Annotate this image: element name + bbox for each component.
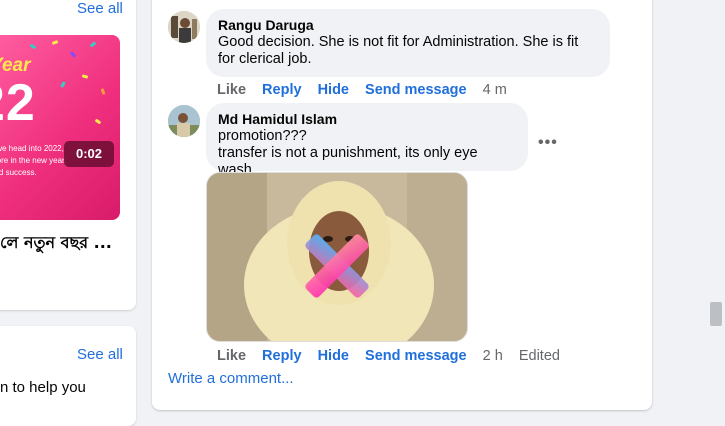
comment-text: Good decision. She is not fit for Admini… bbox=[218, 34, 579, 67]
promo-big-number: 22 bbox=[0, 74, 36, 132]
reply-button[interactable]: Reply bbox=[262, 348, 302, 364]
hide-button[interactable]: Hide bbox=[318, 82, 349, 98]
cross-mark-icon bbox=[305, 234, 369, 298]
confetti bbox=[29, 43, 37, 50]
comment-bubble: Md Hamidul Islam promotion??? transfer i… bbox=[206, 103, 528, 178]
promo-title[interactable]: লে নতুন বছর ... bbox=[0, 230, 112, 257]
comment-timestamp[interactable]: 2 h bbox=[483, 348, 503, 364]
comment-author[interactable]: Rangu Daruga bbox=[218, 16, 598, 34]
edited-label: Edited bbox=[518, 348, 560, 364]
comment-actions: Like Reply Hide Send message 2 h Edited bbox=[217, 348, 572, 364]
comment-author[interactable]: Md Hamidul Islam bbox=[218, 110, 516, 128]
scrollbar-thumb[interactable] bbox=[710, 302, 722, 326]
send-message-button[interactable]: Send message bbox=[365, 82, 467, 98]
confetti bbox=[81, 74, 89, 79]
comment-timestamp[interactable]: 4 m bbox=[483, 82, 507, 98]
confetti bbox=[60, 81, 66, 88]
like-button[interactable]: Like bbox=[217, 348, 246, 364]
avatar[interactable] bbox=[168, 105, 200, 137]
promo-video-thumbnail[interactable]: Year 22 s we head into 2022, efore in th… bbox=[0, 35, 120, 220]
comment-photo[interactable] bbox=[206, 172, 468, 342]
user-photo-icon bbox=[168, 105, 200, 137]
confetti bbox=[89, 41, 97, 48]
avatar[interactable] bbox=[168, 11, 200, 43]
see-all-link-bottom[interactable]: See all bbox=[77, 346, 123, 363]
comment-text-line: promotion??? bbox=[218, 128, 307, 144]
see-all-link-top[interactable]: See all bbox=[77, 0, 123, 17]
reply-button[interactable]: Reply bbox=[262, 82, 302, 98]
hide-button[interactable]: Hide bbox=[318, 348, 349, 364]
user-photo-icon bbox=[168, 11, 200, 43]
help-text: n to help you bbox=[0, 379, 86, 396]
scrollbar-track[interactable] bbox=[707, 0, 725, 400]
more-options-icon[interactable]: ••• bbox=[538, 134, 558, 152]
confetti bbox=[51, 40, 59, 45]
send-message-button[interactable]: Send message bbox=[365, 348, 467, 364]
confetti bbox=[69, 51, 77, 58]
promo-caption-line: and success. bbox=[0, 168, 37, 177]
confetti bbox=[100, 88, 106, 95]
confetti bbox=[94, 118, 102, 125]
comment-actions: Like Reply Hide Send message 4 m bbox=[217, 82, 519, 98]
secondary-card bbox=[0, 326, 136, 426]
video-duration-badge: 0:02 bbox=[64, 141, 114, 167]
write-comment-link[interactable]: Write a comment... bbox=[168, 370, 294, 387]
like-button[interactable]: Like bbox=[217, 82, 246, 98]
comment-bubble: Rangu Daruga Good decision. She is not f… bbox=[206, 9, 610, 77]
